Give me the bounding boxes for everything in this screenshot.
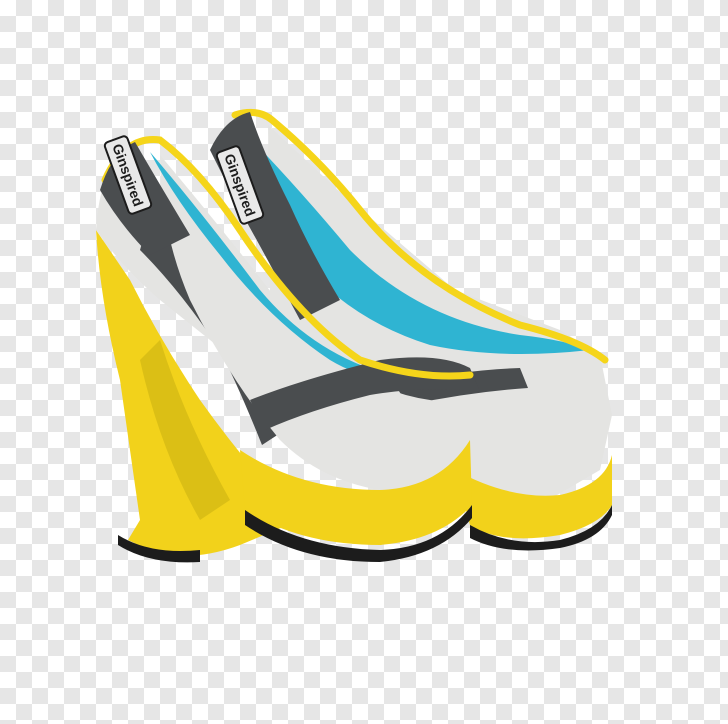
product-image-canvas: Ginspired Ginspired	[0, 0, 728, 724]
wedge-shoes-illustration: Ginspired Ginspired	[96, 108, 612, 563]
